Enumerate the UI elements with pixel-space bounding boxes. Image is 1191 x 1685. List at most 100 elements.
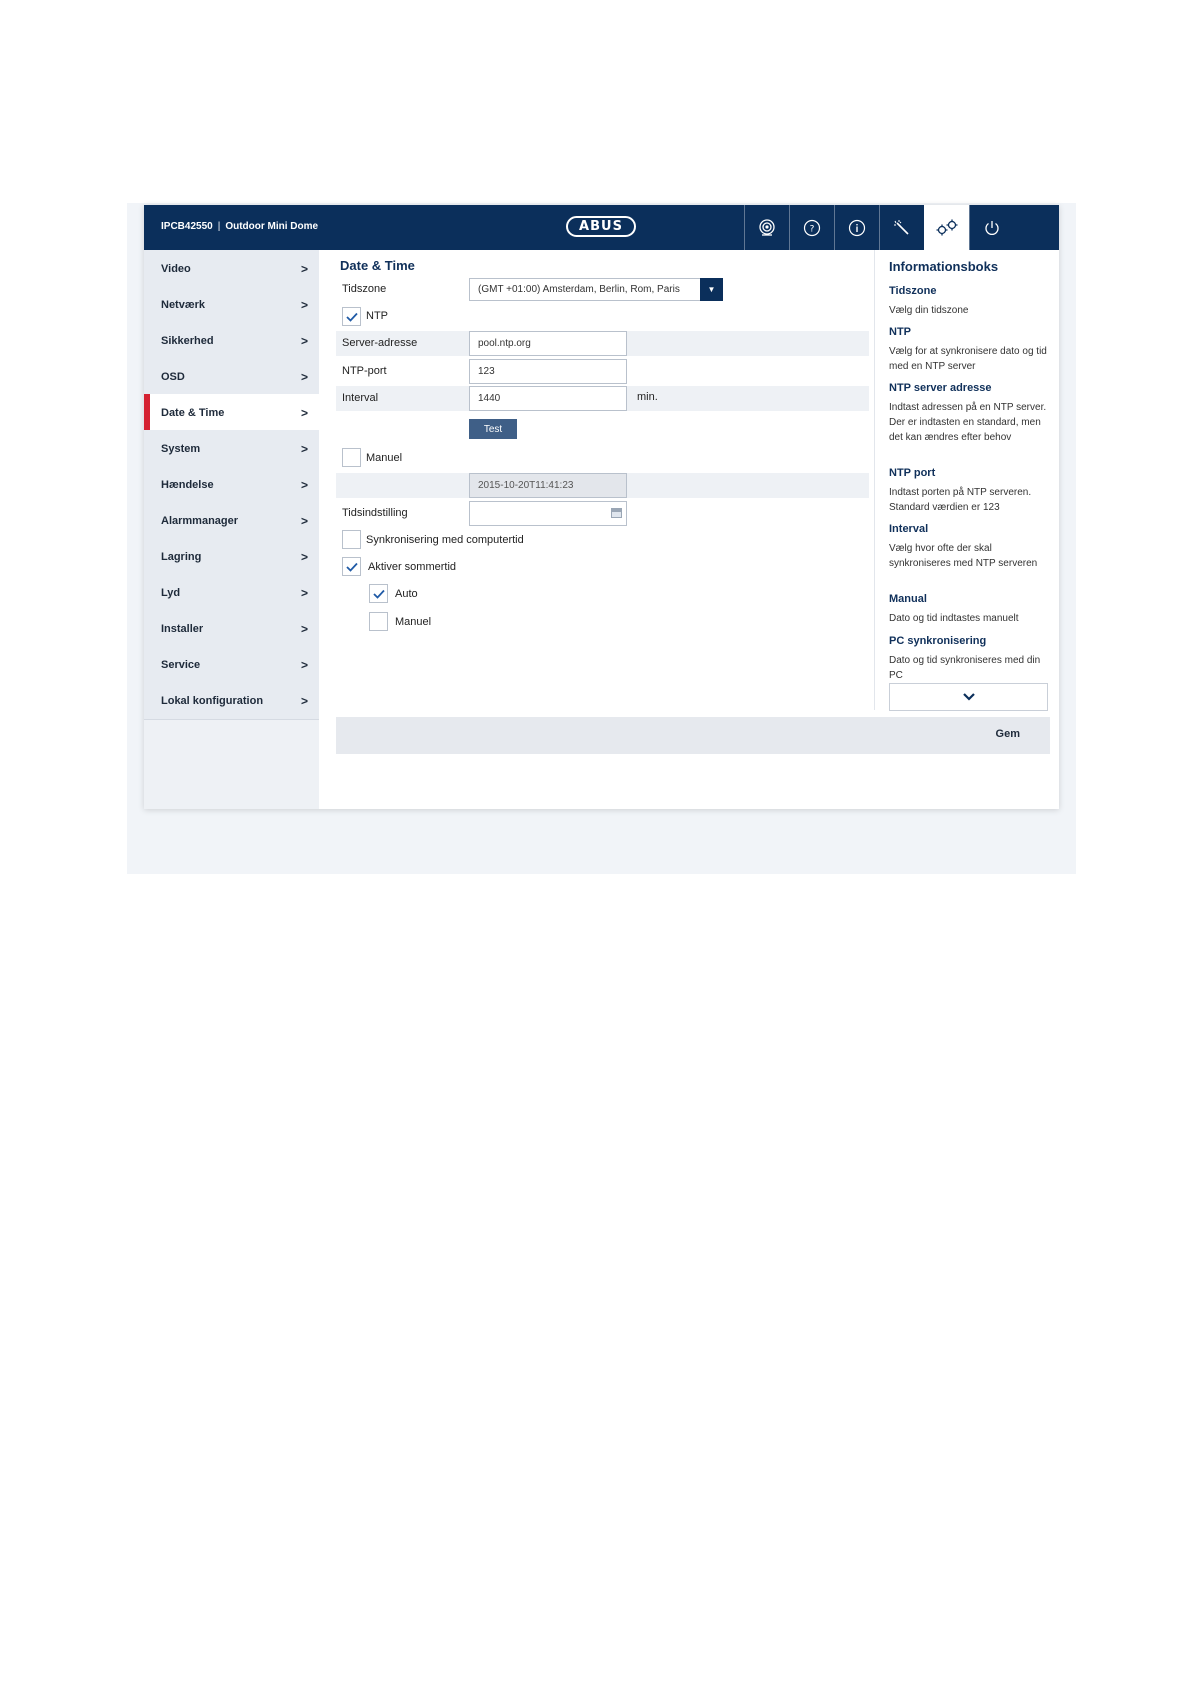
chevron-right-icon: > — [300, 405, 308, 420]
top-header: IPCB42550 | Outdoor Mini Dome ABUS ? — [144, 205, 1059, 250]
sidebar-item-label: Sikkerhed — [161, 334, 214, 347]
chevron-right-icon: > — [300, 477, 308, 492]
interval-label: Interval — [342, 392, 379, 404]
test-button[interactable]: Test — [469, 419, 517, 439]
svg-text:?: ? — [810, 224, 815, 234]
current-datetime-field: 2015-10-20T11:41:23 — [469, 473, 627, 498]
ntp-label: NTP — [366, 310, 388, 322]
sidebar-item-label: Hændelse — [161, 478, 214, 491]
sidebar-item-osd[interactable]: OSD > — [144, 358, 319, 396]
camera-web-app: IPCB42550 | Outdoor Mini Dome ABUS ? Vid… — [144, 205, 1059, 809]
sidebar-item-alarmmanager[interactable]: Alarmmanager > — [144, 502, 319, 540]
chevron-right-icon: > — [300, 549, 308, 564]
info-text: Vælg for at synkronisere dato og tid med… — [889, 346, 1047, 372]
chevron-right-icon: > — [300, 333, 308, 348]
ntp-checkbox[interactable] — [342, 307, 361, 326]
ntp-port-input[interactable]: 123 — [469, 359, 627, 384]
sidebar-item-label: Lokal konfiguration — [161, 694, 264, 707]
timezone-select[interactable]: (GMT +01:00) Amsterdam, Berlin, Rom, Par… — [469, 278, 723, 301]
info-text: Dato og tid indtastes manuelt — [889, 613, 1019, 624]
interval-unit: min. — [637, 391, 658, 403]
interval-input[interactable]: 1440 — [469, 386, 627, 411]
dropdown-arrow-icon[interactable]: ▼ — [700, 278, 723, 301]
info-heading: NTP server adresse — [889, 382, 992, 394]
sidebar-item-haendelse[interactable]: Hændelse > — [144, 466, 319, 504]
chevron-right-icon: > — [300, 621, 308, 636]
server-address-label: Server-adresse — [342, 337, 418, 349]
screenshot-backdrop: IPCB42550 | Outdoor Mini Dome ABUS ? Vid… — [127, 203, 1076, 874]
chevron-right-icon: > — [300, 297, 308, 312]
server-address-input[interactable]: pool.ntp.org — [469, 331, 627, 356]
info-text: Indtast porten på NTP serveren. Standard… — [889, 487, 1032, 513]
logo-text: ABUS — [579, 219, 623, 234]
chevron-right-icon: > — [300, 657, 308, 672]
sidebar-item-label: Lyd — [161, 586, 181, 599]
time-setting-label: Tidsindstilling — [342, 507, 408, 519]
info-box-title: Informationsboks — [889, 259, 999, 274]
sidebar-item-lyd[interactable]: Lyd > — [144, 574, 319, 612]
sidebar-item-label: Video — [161, 262, 191, 275]
device-model: IPCB42550 — [161, 221, 213, 232]
sidebar-item-system[interactable]: System > — [144, 430, 319, 468]
dst-label: Aktiver sommertid — [368, 561, 457, 573]
abus-logo: ABUS — [566, 216, 636, 237]
sidebar-item-sikkerhed[interactable]: Sikkerhed > — [144, 322, 319, 360]
sidebar-item-netvaerk[interactable]: Netværk > — [144, 286, 319, 324]
help-icon[interactable]: ? — [789, 205, 834, 250]
chevron-right-icon: > — [300, 513, 308, 528]
info-text: Dato og tid synkroniseres med din PC — [889, 655, 1041, 681]
sidebar-item-date-time[interactable]: Date & Time > — [144, 394, 319, 432]
chevron-right-icon: > — [300, 693, 308, 708]
ntp-port-label: NTP-port — [342, 365, 387, 377]
sync-computer-checkbox[interactable] — [342, 530, 361, 549]
time-setting-input[interactable] — [469, 501, 627, 526]
info-text: Vælg hvor ofte der skal synkroniseres me… — [889, 543, 1038, 569]
dst-manual-checkbox[interactable] — [369, 612, 388, 631]
chevron-down-icon — [962, 693, 975, 701]
power-icon[interactable] — [969, 205, 1014, 250]
info-heading: Manual — [889, 593, 927, 605]
info-scroll-down-button[interactable] — [889, 683, 1048, 711]
manual-label: Manuel — [366, 452, 403, 464]
device-title: IPCB42550 | Outdoor Mini Dome — [161, 221, 318, 232]
dst-auto-label: Auto — [395, 588, 418, 600]
info-heading: NTP port — [889, 467, 936, 479]
sidebar-item-label: Installer — [161, 622, 204, 635]
dst-auto-checkbox[interactable] — [369, 584, 388, 603]
settings-icon[interactable] — [924, 205, 969, 250]
dst-manual-label: Manuel — [395, 616, 432, 628]
sidebar-item-label: System — [161, 442, 201, 455]
sidebar-item-video[interactable]: Video > — [144, 250, 319, 288]
manual-checkbox[interactable] — [342, 448, 361, 467]
sync-computer-label: Synkronisering med computertid — [366, 534, 524, 546]
info-heading: Interval — [889, 523, 929, 535]
save-bar: Gem — [336, 717, 1050, 754]
sidebar-item-label: OSD — [161, 370, 185, 383]
timezone-value: (GMT +01:00) Amsterdam, Berlin, Rom, Par… — [478, 284, 680, 295]
sidebar-item-lokal-konfiguration[interactable]: Lokal konfiguration > — [144, 682, 319, 720]
calendar-icon[interactable] — [611, 508, 622, 518]
save-button[interactable]: Gem — [996, 728, 1020, 740]
page-title: Date & Time — [340, 258, 415, 273]
info-box: Informationsboks Tidszone Vælg din tidsz… — [874, 250, 1059, 711]
device-name: Outdoor Mini Dome — [225, 221, 319, 232]
chevron-right-icon: > — [300, 585, 308, 600]
info-text: Indtast adressen på en NTP server. Der e… — [889, 402, 1047, 443]
sidebar-item-installer[interactable]: Installer > — [144, 610, 319, 648]
wizard-icon[interactable] — [879, 205, 924, 250]
dst-checkbox[interactable] — [342, 557, 361, 576]
info-heading: NTP — [889, 326, 911, 338]
settings-sidebar: Video > Netværk > Sikkerhed > OSD > Date & T… — [144, 250, 319, 809]
info-heading: Tidszone — [889, 285, 937, 297]
sidebar-item-label: Service — [161, 658, 201, 671]
camera-icon[interactable] — [744, 205, 789, 250]
info-icon[interactable] — [834, 205, 879, 250]
sidebar-item-service[interactable]: Service > — [144, 646, 319, 684]
sidebar-item-label: Netværk — [161, 298, 206, 311]
sidebar-item-lagring[interactable]: Lagring > — [144, 538, 319, 576]
info-text: Vælg din tidszone — [889, 305, 969, 316]
sidebar-item-label: Lagring — [161, 550, 202, 563]
chevron-right-icon: > — [300, 261, 308, 276]
chevron-right-icon: > — [300, 441, 308, 456]
sidebar-item-label: Alarmmanager — [161, 514, 239, 527]
